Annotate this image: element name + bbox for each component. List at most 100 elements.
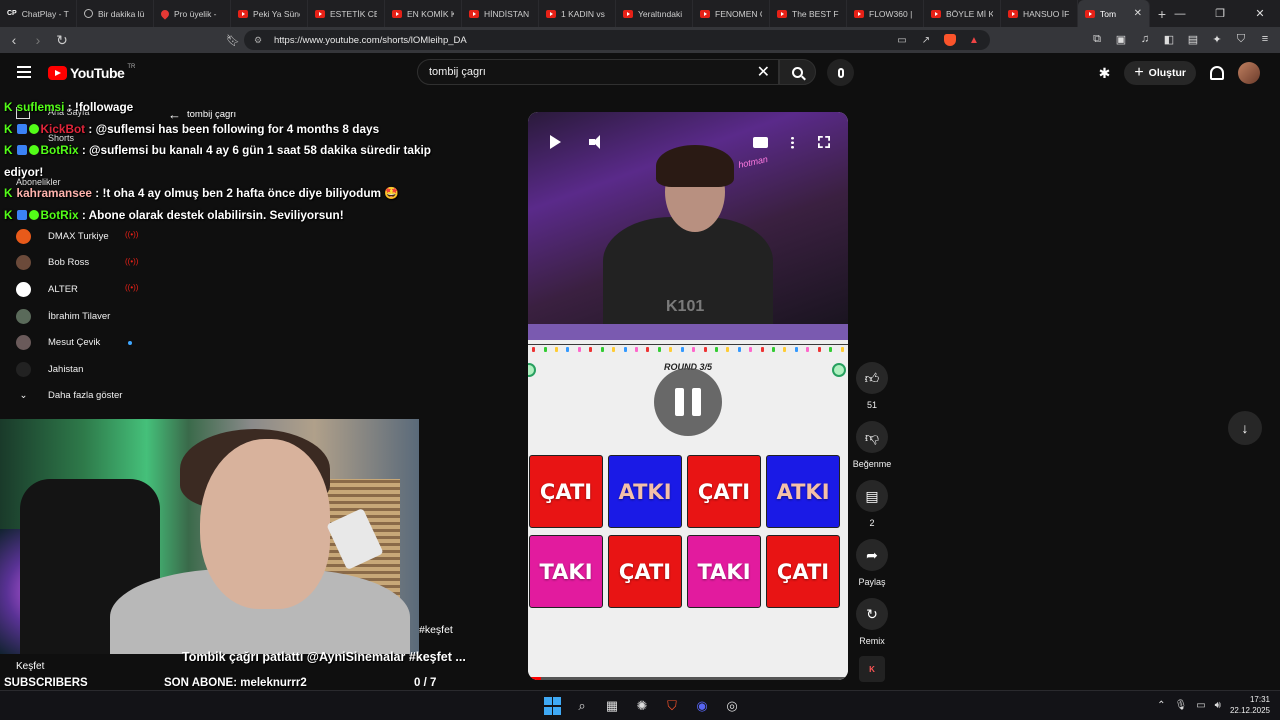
taskbar-search-icon[interactable]: ⌕ [572, 696, 592, 716]
browser-tab[interactable]: Tom ✕ [1078, 0, 1150, 27]
close-window-icon[interactable]: ✕ [1240, 0, 1280, 27]
avatar[interactable] [1238, 62, 1260, 84]
browser-tab[interactable]: FENOMEN C [693, 0, 770, 27]
screenshot-icon[interactable]: ▣ [1114, 32, 1128, 46]
network-icon[interactable]: ▭ [1196, 700, 1205, 711]
comment-count: 2 [869, 518, 875, 528]
minimize-icon[interactable]: — [1160, 0, 1200, 27]
word-card: TAKI [529, 535, 603, 608]
obs-icon[interactable]: ◎ [722, 696, 742, 716]
leo-ai-icon[interactable]: ✦ [1210, 32, 1224, 46]
bookmark-icon[interactable]: 🔖︎ [226, 34, 240, 47]
channel-avatar [16, 255, 31, 271]
browser-tab[interactable]: Peki Ya Süne [231, 0, 308, 27]
start-icon[interactable] [542, 696, 562, 716]
mic-tray-icon[interactable]: 🎙︎ [1174, 700, 1187, 711]
browser-tab[interactable]: Bir dakika lü [77, 0, 154, 27]
vpn-icon[interactable]: ⛉ [1234, 32, 1248, 46]
sidebar-channel[interactable]: Bob Ross [16, 253, 89, 273]
forward-icon[interactable]: › [28, 30, 48, 50]
clear-search-icon[interactable]: ✕ [757, 62, 770, 82]
next-video-button[interactable]: ↓ [1228, 411, 1262, 445]
share-label: Paylaş [858, 577, 886, 587]
hamburger-menu-icon[interactable] [17, 66, 31, 78]
comment-button[interactable]: ▤ [856, 480, 888, 512]
remix-action: ↻ Remix [852, 598, 892, 646]
search-value: tombij çagrı [429, 66, 486, 78]
back-icon[interactable]: ‹ [4, 30, 24, 50]
browser-tab[interactable]: ESTETİK CER [308, 0, 385, 27]
browser-tab[interactable]: Pro üyelik - [154, 0, 231, 27]
menu-icon[interactable]: ≡ [1258, 32, 1272, 46]
voice-search-button[interactable] [827, 59, 854, 86]
more-options-button[interactable] [782, 132, 802, 152]
browser-tab[interactable]: Yeraltındaki [616, 0, 693, 27]
captions-button[interactable] [750, 132, 770, 152]
sidebar-channel[interactable]: ALTER [16, 279, 78, 299]
chatgpt-icon[interactable]: ✺ [632, 696, 652, 716]
browser-tab[interactable]: The BEST FU [770, 0, 847, 27]
clock[interactable]: 17:31 22.12.2025 [1230, 694, 1270, 716]
sidebar-channel[interactable]: Jahistan [16, 360, 83, 380]
search-button[interactable] [779, 59, 816, 85]
sidebar-channel[interactable]: İbrahim Tilaver [16, 306, 110, 326]
light-bulb [714, 347, 718, 352]
search-input[interactable]: tombij çagrı ✕ [417, 59, 779, 85]
file-explorer-icon[interactable]: ▦ [602, 696, 622, 716]
close-tab-icon[interactable]: ✕ [1134, 8, 1142, 19]
browser-tab[interactable]: 1 KADIN vs [539, 0, 616, 27]
browser-tab[interactable]: CP ChatPlay - T [0, 0, 77, 27]
cast-icon[interactable]: ▭ [896, 34, 908, 46]
site-info-icon[interactable]: ⚙︎ [254, 35, 266, 46]
channel-thumbnail[interactable]: K [859, 656, 885, 682]
shorts-player[interactable]: hotman K101 ROUND 3/5 ÇATI ATKI ÇATI ATKI TA… [528, 112, 848, 680]
fullscreen-button[interactable] [814, 132, 834, 152]
country-code: TR [127, 64, 136, 70]
volume-button[interactable] [582, 132, 602, 152]
brave-rewards-icon[interactable]: ▲ [968, 34, 980, 46]
sidebar-item-explore[interactable]: Keşfet [16, 661, 44, 672]
show-more-label: Daha fazla göster [48, 389, 123, 401]
share-button[interactable]: ➦ [856, 539, 888, 571]
share-page-icon[interactable]: ↗ [920, 34, 932, 46]
browser-tab[interactable]: HİNDİSTAN [462, 0, 539, 27]
tab-label: FLOW360 | [869, 8, 913, 19]
sidebar-channel[interactable]: DMAX Turkiye [16, 226, 109, 246]
tray-chevron-icon[interactable]: ⌃ [1157, 700, 1165, 711]
show-more-button[interactable]: ⌄ Daha fazla göster [16, 385, 123, 405]
light-bulb [669, 347, 673, 352]
bot-badge-icon [16, 209, 27, 220]
tab-label: ChatPlay - T [21, 8, 69, 19]
extensions-icon[interactable]: ⧉ [1090, 32, 1104, 46]
dislike-button[interactable]: 👎︎ [856, 421, 888, 453]
speaker-icon[interactable]: 🔊︎ [1215, 700, 1221, 711]
music-icon[interactable]: ♫ [1138, 32, 1152, 46]
video-hashtag[interactable]: #keşfet [419, 624, 453, 636]
kick-icon: K [4, 186, 13, 200]
studio-icon[interactable]: ✱ [1099, 65, 1111, 82]
browser-tab[interactable]: FLOW360 | [847, 0, 924, 27]
url-field[interactable]: 🔖︎ ⚙︎ https://www.youtube.com/shorts/lOM… [226, 30, 990, 50]
remix-button[interactable]: ↻ [856, 598, 888, 630]
wallet-icon[interactable]: ▤ [1186, 32, 1200, 46]
browser-tab[interactable]: HANSUO İF [1001, 0, 1078, 27]
like-button[interactable]: 👍︎ [856, 362, 888, 394]
pin-icon [159, 7, 171, 20]
pause-button[interactable] [654, 368, 722, 436]
light-bulb [623, 347, 627, 352]
play-button[interactable] [545, 132, 565, 152]
notifications-icon[interactable] [1210, 66, 1224, 80]
brave-shield-icon[interactable] [944, 34, 956, 46]
browser-tab[interactable]: BÖYLE Mİ K [924, 0, 1001, 27]
sidebar-channel[interactable]: Mesut Çevik [16, 333, 100, 353]
discord-icon[interactable]: ◉ [692, 696, 712, 716]
youtube-logo[interactable]: YouTube TR [48, 64, 136, 81]
create-button[interactable]: + Oluştur [1124, 61, 1196, 85]
reload-icon[interactable]: ↻ [52, 30, 72, 50]
restore-icon[interactable]: ❐ [1200, 0, 1240, 27]
brave-icon[interactable]: ⛉ [662, 696, 682, 716]
video-progress-bar[interactable] [528, 677, 848, 680]
word-card: TAKI [687, 535, 761, 608]
browser-tab[interactable]: EN KOMİK K [385, 0, 462, 27]
sidebar-icon[interactable]: ◧ [1162, 32, 1176, 46]
